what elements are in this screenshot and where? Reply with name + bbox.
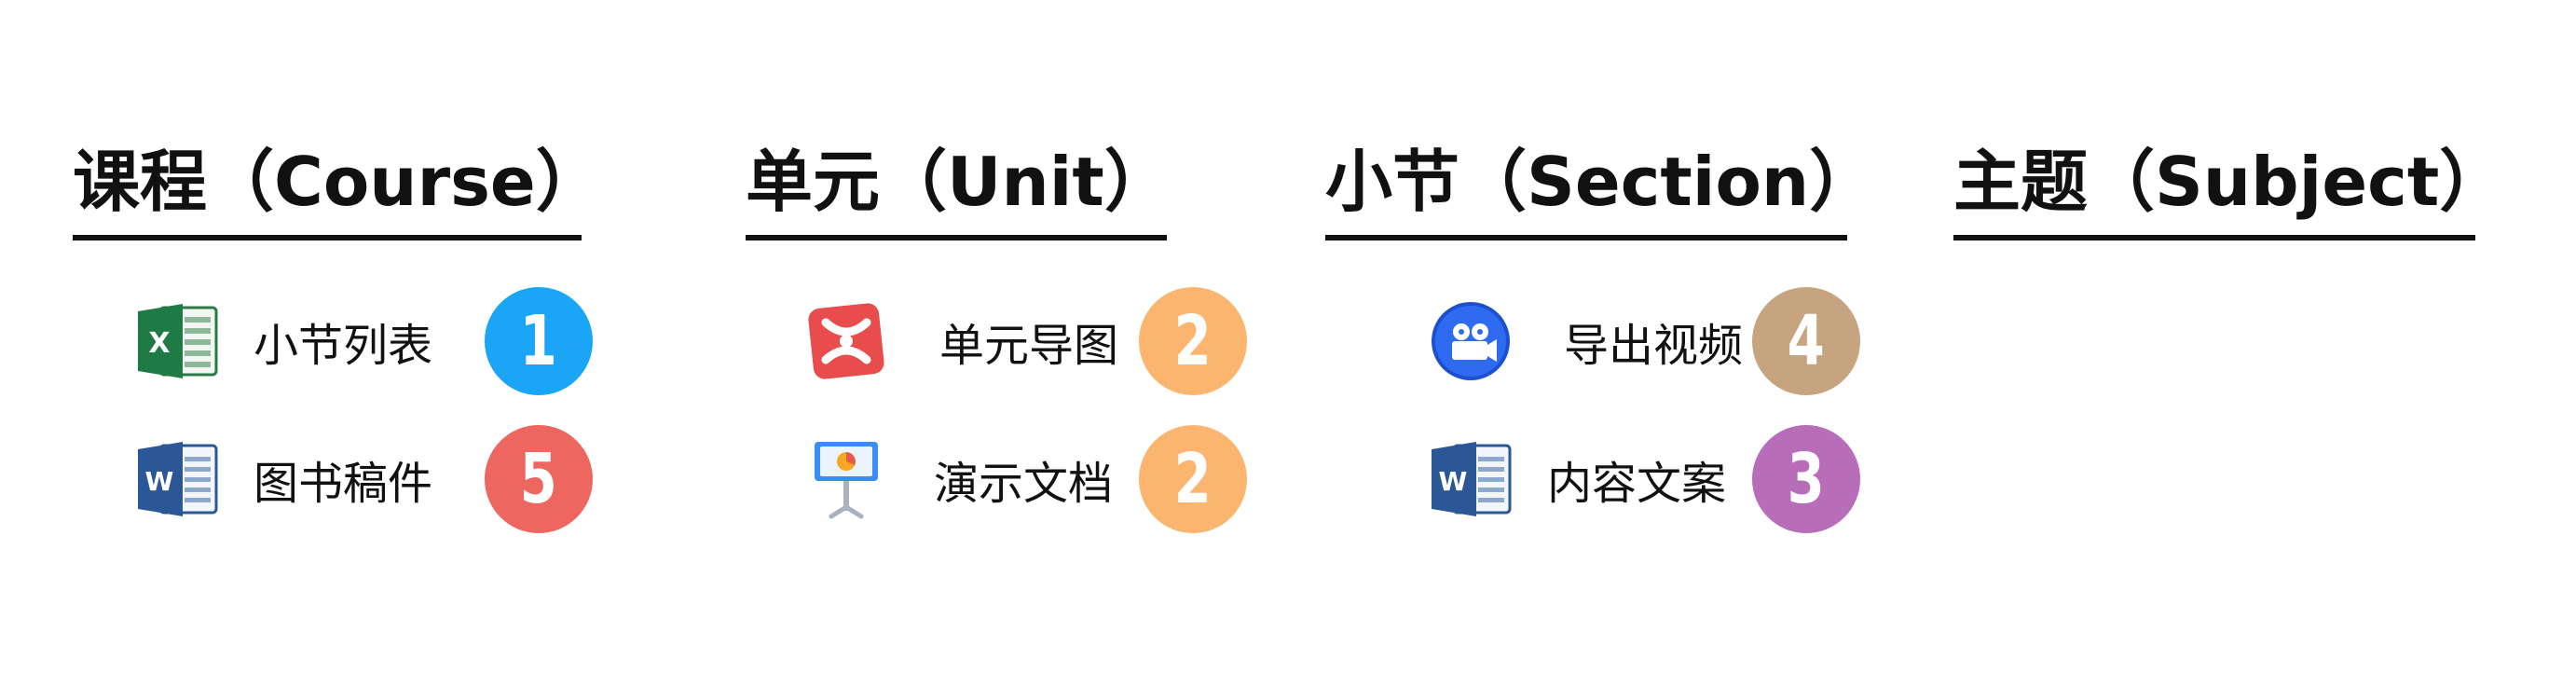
column-title-course: 课程（Course） xyxy=(73,140,603,240)
word-icon: W xyxy=(132,434,222,524)
list-item-label: 小节列表 xyxy=(253,320,433,372)
list-item-section-2: W 内容文案 xyxy=(1426,423,1726,535)
excel-icon: X xyxy=(132,296,222,386)
list-item-unit-2: 演示文档 xyxy=(802,423,1113,535)
column-title-subject: 主题（Subject） xyxy=(1953,140,2506,240)
column-section: 小节（Section） xyxy=(1325,140,1876,240)
list-item-course-2: W 图书稿件 xyxy=(132,423,432,535)
count-badge-unit-2: 2 xyxy=(1139,425,1247,533)
xmind-icon xyxy=(802,296,891,386)
count-badge-section-1: 4 xyxy=(1752,287,1860,395)
keynote-icon xyxy=(802,434,891,524)
count-badge-course-1: 1 xyxy=(485,287,593,395)
svg-text:X: X xyxy=(148,327,170,360)
column-title-unit: 单元（Unit） xyxy=(746,140,1172,240)
count-badge-unit-1: 2 xyxy=(1139,287,1247,395)
word-icon: W xyxy=(1426,434,1515,524)
count-badge-section-2: 3 xyxy=(1752,425,1860,533)
svg-text:W: W xyxy=(1439,466,1468,497)
list-item-label: 演示文档 xyxy=(934,458,1114,510)
svg-text:W: W xyxy=(145,466,174,497)
list-item-label: 单元导图 xyxy=(939,320,1119,372)
count-badge-course-2: 5 xyxy=(485,425,593,533)
list-item-label: 图书稿件 xyxy=(253,458,433,510)
column-unit: 单元（Unit） xyxy=(746,140,1172,240)
video-camera-icon xyxy=(1426,296,1515,386)
column-course: 课程（Course） xyxy=(73,140,603,240)
column-title-section: 小节（Section） xyxy=(1325,140,1876,240)
list-item-course-1: X 小节列表 xyxy=(132,285,432,397)
column-subject: 主题（Subject） xyxy=(1953,140,2506,240)
list-item-section-1: 导出视频 xyxy=(1426,285,1743,397)
list-item-label: 导出视频 xyxy=(1564,320,1744,372)
list-item-unit-1: 单元导图 xyxy=(802,285,1118,397)
list-item-label: 内容文案 xyxy=(1547,458,1727,510)
